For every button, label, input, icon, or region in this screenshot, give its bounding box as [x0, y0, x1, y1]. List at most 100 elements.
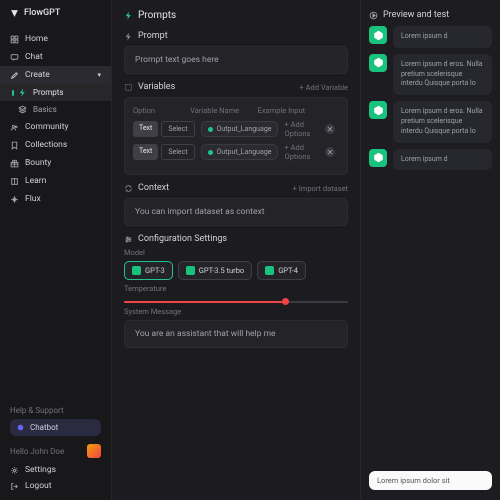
model-option[interactable]: GPT-3.5 turbo	[178, 261, 252, 280]
avatar[interactable]	[87, 444, 101, 458]
chatbot-row[interactable]: Chatbot	[10, 419, 101, 436]
bolt-icon	[124, 11, 133, 20]
model-picker: GPT-3 GPT-3.5 turbo GPT-4	[124, 261, 348, 280]
sidebar-item-community[interactable]: Community	[0, 118, 111, 136]
variables-table: OptionVariable NameExample Input TextSel…	[124, 97, 348, 175]
context-box[interactable]: You can import dataset as context	[124, 198, 348, 226]
logo-icon	[10, 9, 19, 18]
sidebar-item-label: Community	[25, 122, 69, 132]
col-variable: Variable Name	[190, 106, 251, 115]
sidebar-item-create[interactable]: Create▾	[0, 66, 111, 84]
pencil-icon	[10, 71, 19, 80]
gear-icon	[10, 466, 19, 475]
message-bubble: Lorem ipsum d	[393, 26, 492, 48]
chevron-down-icon: ▾	[97, 71, 101, 79]
preview-heading: Preview and test	[369, 10, 492, 20]
import-dataset-button[interactable]: + Import dataset	[293, 184, 348, 193]
sidebar-item-settings[interactable]: Settings	[10, 462, 101, 478]
hello-text: Hello John Doe	[10, 447, 64, 456]
sidebar-item-label: Basics	[33, 105, 57, 114]
variable-name-input[interactable]: Output_Language	[201, 121, 279, 137]
message-bubble: Lorem ipsum d eros. Nulla pretium sceler…	[393, 101, 492, 142]
main-panel: Prompts Prompt Prompt text goes here Var…	[112, 0, 360, 500]
sidebar-item-label: Flux	[25, 194, 41, 204]
add-options-button[interactable]: + Add Options	[284, 120, 319, 138]
grid-icon	[10, 35, 19, 44]
nav: Home Chat Create▾ Prompts Basics Communi…	[0, 26, 111, 400]
message-bubble: Lorem ipsum d eros. Nulla pretium sceler…	[393, 54, 492, 95]
chat-message: Lorem ipsum d eros. Nulla pretium sceler…	[369, 101, 492, 142]
sidebar-item-label: Collections	[25, 140, 67, 150]
page-title: Prompts	[138, 10, 176, 21]
refresh-icon	[124, 184, 133, 193]
preview-panel: Preview and test Lorem ipsum d Lorem ips…	[360, 0, 500, 500]
sidebar-item-label: Home	[25, 34, 48, 44]
sidebar-item-prompts[interactable]: Prompts	[0, 84, 111, 101]
variable-row: TextSelect Output_Language + Add Options ✕	[133, 120, 339, 138]
delete-row-button[interactable]: ✕	[325, 147, 335, 157]
config-section: Configuration Settings Model GPT-3 GPT-3…	[124, 234, 348, 348]
users-icon	[10, 123, 19, 132]
prompt-section: Prompt Prompt text goes here	[124, 31, 348, 74]
user-row: Hello John Doe	[10, 440, 101, 462]
layers-icon	[18, 105, 27, 114]
system-message-input[interactable]: You are an assistant that will help me	[124, 320, 348, 348]
bookmark-icon	[10, 141, 19, 150]
prompt-input[interactable]: Prompt text goes here	[124, 46, 348, 74]
context-heading: Context	[124, 183, 169, 193]
logout-label: Logout	[25, 481, 52, 491]
sidebar-item-label: Bounty	[25, 158, 51, 168]
logout-icon	[10, 482, 19, 491]
gpt-avatar-icon	[369, 101, 387, 119]
variable-name-input[interactable]: Output_Language	[201, 144, 279, 160]
settings-label: Settings	[25, 465, 56, 475]
chat-input[interactable]: Lorem ipsum dolor sit	[369, 471, 492, 490]
gpt-avatar-icon	[369, 149, 387, 167]
play-icon	[369, 11, 378, 20]
sparkle-icon	[10, 195, 19, 204]
temperature-label: Temperature	[124, 284, 348, 293]
chat-message: Lorem ipsum d	[369, 149, 492, 171]
logo-row: FlowGPT	[0, 0, 111, 26]
sidebar-item-flux[interactable]: Flux	[0, 190, 111, 208]
sidebar-item-bounty[interactable]: Bounty	[0, 154, 111, 172]
sidebar-item-collections[interactable]: Collections	[0, 136, 111, 154]
option-toggle[interactable]: TextSelect	[133, 121, 195, 137]
add-variable-button[interactable]: + Add Variable	[300, 83, 349, 92]
model-option[interactable]: GPT-4	[257, 261, 306, 280]
page-header: Prompts	[124, 10, 348, 21]
gpt-avatar-icon	[369, 26, 387, 44]
app-name: FlowGPT	[24, 8, 60, 18]
temperature-slider[interactable]	[124, 301, 348, 303]
col-example: Example Input	[258, 106, 319, 115]
sidebar-item-chat[interactable]: Chat	[0, 48, 111, 66]
plus-icon: +	[284, 143, 288, 152]
gpt-avatar-icon	[369, 54, 387, 72]
sliders-icon	[124, 235, 133, 244]
sidebar: FlowGPT Home Chat Create▾ Prompts Basics…	[0, 0, 112, 500]
system-message-label: System Message	[124, 307, 348, 316]
chat-message: Lorem ipsum d	[369, 26, 492, 48]
sidebar-footer: Help & Support Chatbot Hello John Doe Se…	[0, 400, 111, 500]
chatbot-label: Chatbot	[30, 423, 58, 432]
delete-row-button[interactable]: ✕	[325, 124, 335, 134]
sidebar-item-home[interactable]: Home	[0, 30, 111, 48]
slider-thumb[interactable]	[282, 298, 289, 305]
sidebar-item-basics[interactable]: Basics	[0, 101, 111, 118]
plus-icon: +	[300, 83, 304, 92]
sidebar-item-logout[interactable]: Logout	[10, 478, 101, 494]
book-icon	[10, 177, 19, 186]
chat-message: Lorem ipsum d eros. Nulla pretium sceler…	[369, 54, 492, 95]
gift-icon	[10, 159, 19, 168]
sidebar-item-label: Prompts	[33, 88, 64, 97]
add-options-button[interactable]: + Add Options	[284, 143, 319, 161]
context-section: Context + Import dataset You can import d…	[124, 183, 348, 226]
dotted-square-icon	[124, 83, 133, 92]
option-toggle[interactable]: TextSelect	[133, 144, 195, 160]
prompt-heading: Prompt	[124, 31, 348, 41]
vars-heading: Variables	[124, 82, 175, 92]
bolt-icon	[18, 88, 27, 97]
model-option[interactable]: GPT-3	[124, 261, 173, 280]
sidebar-item-learn[interactable]: Learn	[0, 172, 111, 190]
model-label: Model	[124, 248, 348, 257]
